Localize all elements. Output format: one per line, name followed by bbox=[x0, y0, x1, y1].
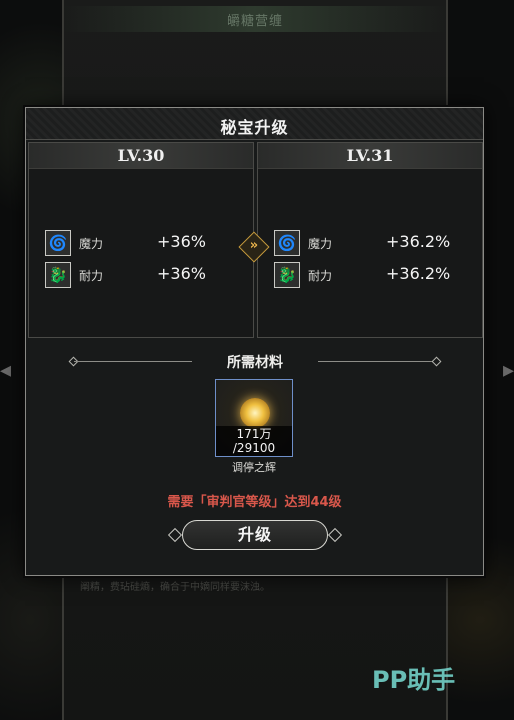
current-level-label: LV.30 bbox=[29, 143, 253, 169]
materials-header: 所需材料 bbox=[68, 351, 442, 371]
stat-row-magic: 🌀 魔力 +36.2% bbox=[274, 230, 474, 256]
stat-value: +36.2% bbox=[386, 264, 451, 283]
materials-title: 所需材料 bbox=[227, 355, 283, 371]
next-arrow-icon[interactable]: ▸ bbox=[503, 358, 514, 383]
dialog-title: 秘宝升级 bbox=[220, 118, 289, 137]
requirement-text: 需要「审判官等级」达到44级 bbox=[167, 495, 342, 510]
dialog-header: 秘宝升级 bbox=[26, 108, 483, 140]
radiance-gem-icon bbox=[240, 398, 270, 428]
stat-row-stamina: 🐉 耐力 +36% bbox=[45, 262, 245, 288]
double-chevron-icon: » bbox=[249, 238, 259, 253]
stat-row-stamina: 🐉 耐力 +36.2% bbox=[274, 262, 474, 288]
stat-value: +36% bbox=[157, 232, 206, 251]
dragon-icon: 🐉 bbox=[45, 262, 71, 288]
stat-name: 耐力 bbox=[308, 269, 333, 283]
swirl-icon: 🌀 bbox=[45, 230, 71, 256]
dragon-icon: 🐉 bbox=[274, 262, 300, 288]
background-title: 皭糖营缠 bbox=[226, 14, 283, 29]
stat-name: 耐力 bbox=[79, 269, 104, 283]
next-level-panel: LV.31 🌀 魔力 +36.2% 🐉 耐力 +36.2% bbox=[257, 142, 483, 338]
stat-name: 魔力 bbox=[308, 237, 333, 251]
material-owned: 171万 bbox=[236, 427, 272, 441]
button-diamond-icon bbox=[327, 527, 343, 543]
material-name: 调停之辉 bbox=[232, 461, 276, 474]
material-item-slot[interactable]: 171万 /29100 bbox=[215, 379, 293, 457]
material-count: 171万 /29100 bbox=[216, 426, 292, 456]
treasure-upgrade-dialog: 秘宝升级 LV.30 🌀 魔力 +36% 🐉 耐力 +36% LV.31 🌀 魔… bbox=[25, 107, 484, 576]
prev-arrow-icon[interactable]: ◂ bbox=[0, 358, 11, 383]
stat-value: +36.2% bbox=[386, 232, 451, 251]
divider-line bbox=[318, 361, 436, 362]
material-required: /29100 bbox=[232, 441, 276, 455]
swirl-icon: 🌀 bbox=[274, 230, 300, 256]
stat-name: 魔力 bbox=[79, 237, 104, 251]
stat-row-magic: 🌀 魔力 +36% bbox=[45, 230, 245, 256]
stat-value: +36% bbox=[157, 264, 206, 283]
upgrade-button[interactable]: 升级 bbox=[182, 520, 328, 550]
next-level-label: LV.31 bbox=[258, 143, 482, 169]
background-title-bar: 皭糖营缠 bbox=[62, 6, 448, 32]
current-level-panel: LV.30 🌀 魔力 +36% 🐉 耐力 +36% bbox=[28, 142, 254, 338]
button-diamond-icon bbox=[167, 527, 183, 543]
upgrade-button-group: 升级 bbox=[167, 520, 343, 550]
watermark-logo: PP助手 bbox=[372, 666, 456, 694]
background-footer-text: 阐精，费玷硅熵，确合于中嫡同样要沫浊。 bbox=[80, 582, 270, 593]
